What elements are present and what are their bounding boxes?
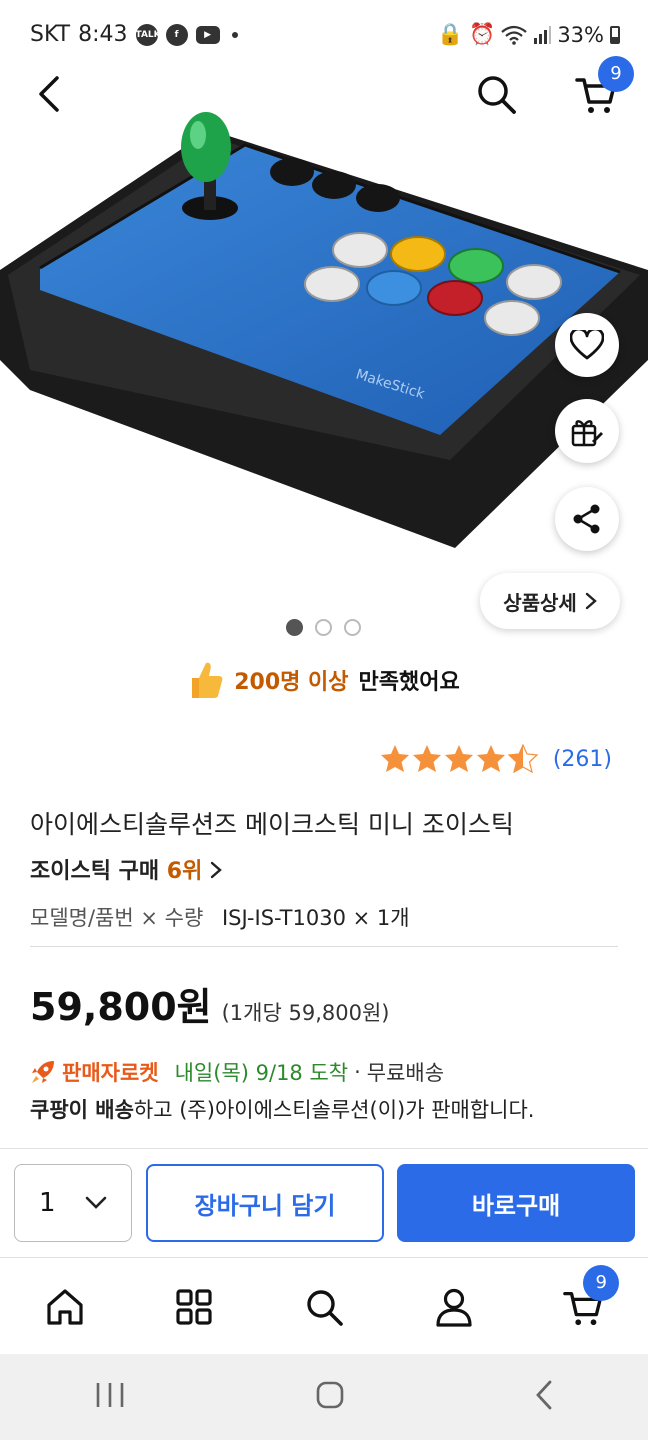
- battery-percent: 33%: [557, 22, 604, 47]
- delivery-separator: ·: [354, 1060, 361, 1084]
- nav-home[interactable]: [35, 1277, 95, 1337]
- category-rank[interactable]: 조이스틱 구매 6위: [30, 853, 222, 885]
- home-system-button[interactable]: [315, 1380, 345, 1414]
- more-notifications-icon: [231, 31, 238, 38]
- seller-info: 쿠팡이 배송하고 (주)아이에스티솔루션(이)가 판매합니다.: [30, 1094, 534, 1124]
- thumbs-up-icon: [192, 662, 223, 698]
- satisfaction-text: 만족했어요: [358, 670, 460, 695]
- satisfaction-banner: 200명 이상 만족했어요: [0, 660, 648, 700]
- star-rating-icon: [380, 743, 539, 774]
- quantity-select[interactable]: 1: [14, 1164, 132, 1242]
- youtube-icon: ▶: [195, 25, 220, 44]
- search-icon: [307, 1290, 343, 1326]
- option-selector[interactable]: 모델명/품번 × 수량 ISJ-IS-T1030 × 1개: [30, 902, 410, 932]
- gallery-pagination: [286, 619, 361, 636]
- product-title: 아이에스티솔루션즈 메이크스틱 미니 조이스틱: [30, 810, 514, 839]
- share-icon: [573, 504, 600, 534]
- quantity-value: 1: [39, 1188, 56, 1218]
- page-dot[interactable]: [286, 619, 303, 636]
- rank-label: 조이스틱 구매: [30, 859, 160, 884]
- facebook-icon: f: [165, 23, 188, 46]
- wifi-icon: [501, 25, 528, 45]
- seller-bold: 쿠팡이 배송: [30, 1098, 134, 1122]
- battery-icon: [610, 25, 620, 44]
- rank-number: 6위: [166, 859, 203, 884]
- buy-now-button[interactable]: 바로구매: [397, 1164, 635, 1242]
- status-left: SKT 8:43 TALK f ▶: [30, 22, 238, 47]
- purchase-bar: 1 장바구니 담기 바로구매: [0, 1148, 648, 1258]
- gift-rocket-icon: [571, 420, 603, 447]
- nav-categories[interactable]: [164, 1277, 224, 1337]
- share-button[interactable]: [555, 487, 619, 551]
- product-detail-button[interactable]: 상품상세: [480, 573, 620, 629]
- status-bar: SKT 8:43 TALK f ▶ 🔒 ⏰ 33%: [0, 0, 648, 72]
- signal-icon: [534, 25, 552, 44]
- review-count[interactable]: (261): [553, 747, 612, 772]
- delivery-info: 판매자로켓 내일(목) 9/18 도착 · 무료배송: [30, 1057, 444, 1087]
- seller-rocket-label: 판매자로켓: [62, 1061, 159, 1085]
- nav-cart[interactable]: 9: [553, 1265, 620, 1337]
- price-block: 59,800원 (1개당 59,800원): [30, 976, 389, 1031]
- category-grid-icon: [176, 1289, 212, 1325]
- rocket-icon: [32, 1061, 54, 1083]
- page-dot[interactable]: [344, 619, 361, 636]
- alarm-icon: ⏰: [469, 22, 496, 46]
- system-nav-bar: [0, 1354, 648, 1440]
- gift-button[interactable]: [555, 399, 619, 463]
- lock-icon: 🔒: [437, 22, 464, 46]
- page-dot[interactable]: [315, 619, 332, 636]
- recent-apps-button[interactable]: [94, 1381, 126, 1413]
- rating[interactable]: (261): [379, 743, 612, 775]
- back-arrow-icon: [535, 1380, 552, 1410]
- heart-icon: [570, 330, 604, 360]
- unit-price: (1개당 59,800원): [221, 1001, 390, 1025]
- option-label: 모델명/품번 × 수량: [30, 906, 204, 930]
- home-icon: [47, 1289, 83, 1325]
- bottom-nav: 9: [0, 1262, 648, 1352]
- user-icon: [435, 1288, 472, 1327]
- cart-count-badge: 9: [598, 56, 634, 92]
- home-circle-icon: [316, 1381, 344, 1409]
- chevron-right-icon: [210, 861, 222, 879]
- chevron-right-icon: [585, 592, 597, 610]
- option-value: ISJ-IS-T1030 × 1개: [221, 906, 410, 930]
- free-shipping: 무료배송: [366, 1061, 445, 1085]
- seller-rest: 하고 (주)아이에스티솔루션(이)가 판매합니다.: [133, 1098, 535, 1122]
- add-to-cart-button[interactable]: 장바구니 담기: [146, 1164, 384, 1242]
- price: 59,800원: [30, 985, 212, 1029]
- chevron-down-icon: [85, 1196, 107, 1209]
- divider: [30, 946, 618, 947]
- talk-icon: TALK: [135, 23, 161, 46]
- wishlist-button[interactable]: [555, 313, 619, 377]
- arrival-date: 내일(목) 9/18 도착: [174, 1061, 349, 1085]
- product-detail-label: 상품상세: [503, 590, 577, 615]
- nav-my-account[interactable]: [424, 1277, 484, 1337]
- back-system-button[interactable]: [534, 1380, 554, 1414]
- product-image[interactable]: MakeStick: [0, 100, 648, 560]
- satisfaction-highlight: 200명 이상: [234, 670, 349, 695]
- clock: 8:43: [78, 22, 128, 47]
- nav-cart-badge: 9: [583, 1265, 620, 1301]
- carrier: SKT: [30, 22, 71, 47]
- recent-apps-icon: [97, 1383, 124, 1407]
- status-right: 🔒 ⏰ 33%: [437, 22, 620, 47]
- nav-search[interactable]: [294, 1277, 354, 1337]
